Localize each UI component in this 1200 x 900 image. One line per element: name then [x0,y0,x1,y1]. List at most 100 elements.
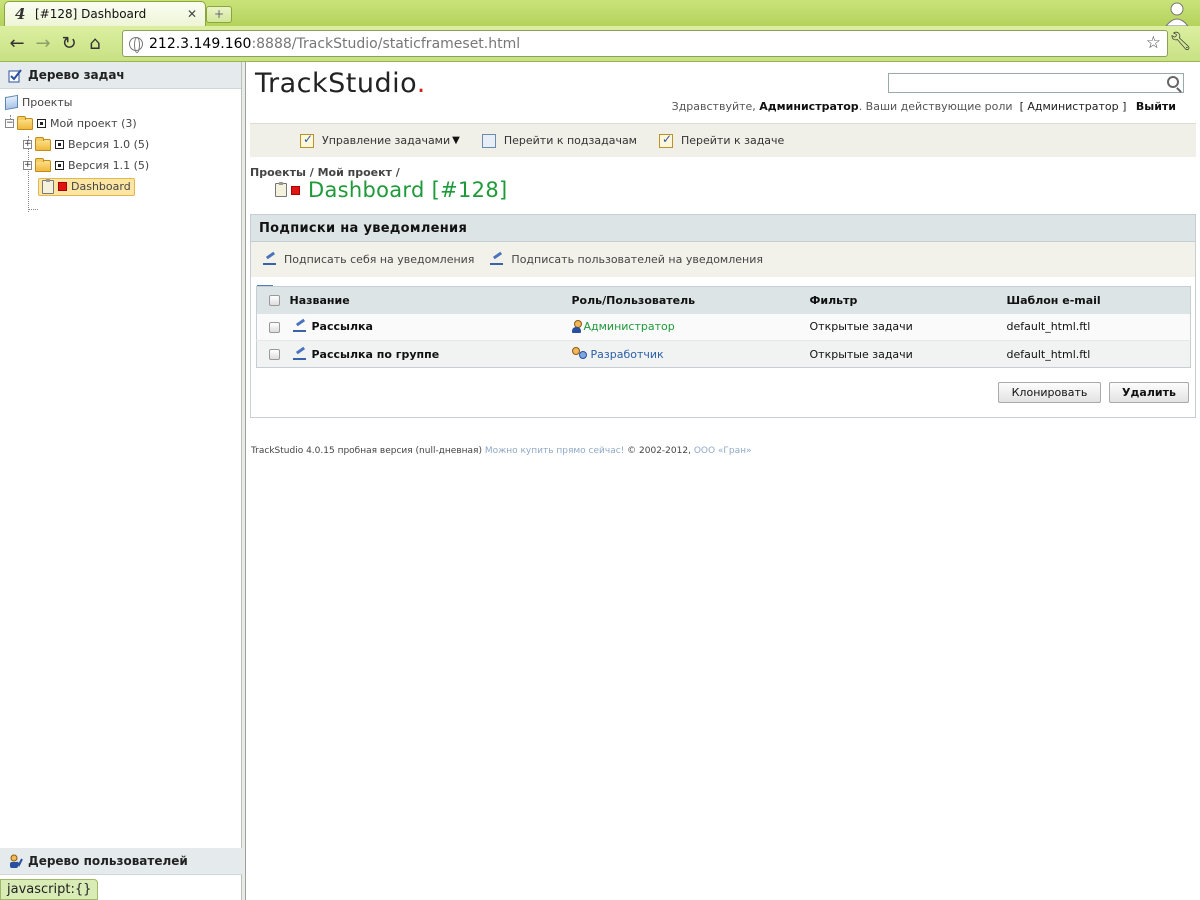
app-favicon-icon: 4 [15,5,26,23]
edit-pen-icon [292,321,306,333]
tree-label: Проекты [22,96,73,109]
tree-item-version-1-0[interactable]: + Версия 1.0 (5) [0,134,241,155]
delete-button[interactable]: Удалить [1109,382,1189,403]
company-link[interactable]: ООО «Гран» [694,446,752,456]
goto-subtasks-label: Перейти к подзадачам [503,134,637,147]
logo-dot: . [416,68,426,99]
footer-copyright: © 2002-2012, [627,446,691,456]
column-header[interactable]: Шаблон e-mail [1006,286,1191,314]
current-user: Администратор [759,100,859,113]
tree-item-dashboard[interactable]: Dashboard [0,176,241,197]
tree-item-my-project[interactable]: − Мой проект (3) [0,113,241,134]
selected-tree-node[interactable]: Dashboard [38,177,135,196]
tree-item-version-1-1[interactable]: + Версия 1.1 (5) [0,155,241,176]
subscribe-users-link[interactable]: Подписать пользователей на уведомления [490,253,763,266]
url-host: 212.3.149.160 [149,35,252,52]
tree-item-projects[interactable]: Проекты [0,92,241,113]
edit-pen-icon [490,254,504,265]
left-frame: Дерево задач Проекты − Мой проект (3) + … [0,62,242,900]
user-tree-icon [10,854,23,868]
tree-label: Мой проект (3) [50,117,137,130]
reload-icon[interactable]: ↻ [56,31,82,57]
page-footer: TrackStudio 4.0.15 пробная версия (null-… [251,446,752,456]
logout-link[interactable]: Выйти [1136,100,1176,113]
bookmark-star-icon[interactable]: ☆ [1146,33,1161,53]
role-user-link[interactable]: Разработчик [571,347,810,361]
manage-tasks-label: Управление задачами [322,134,451,147]
table-row: Рассылка Администратор Открытые задачи d… [256,313,1191,341]
goto-task-label: Перейти к задаче [680,134,785,147]
folder-icon [35,136,51,151]
edit-pen-icon [292,349,306,360]
expand-toggle-icon[interactable]: + [23,161,32,170]
search-input[interactable] [888,73,1184,93]
role-user-name: Разработчик [590,347,664,361]
edit-pen-icon [263,254,276,265]
status-red-icon [291,185,300,195]
page-title: Dashboard [#128] [275,178,507,202]
subtasks-icon [481,133,496,148]
subscribe-self-link[interactable]: Подписать себя на уведомления [263,253,474,266]
row-checkbox[interactable] [269,349,280,360]
browser-tab[interactable]: 4 [#128] Dashboard ✕ [4,1,206,26]
task-title-text: Dashboard [#128] [308,178,508,202]
home-icon[interactable]: ⌂ [82,31,108,57]
footer-version: TrackStudio 4.0.15 пробная версия (null-… [251,446,482,456]
clipboard-task-icon [275,182,287,197]
subscription-name-link[interactable]: Рассылка по группе [290,348,572,361]
buy-link[interactable]: Можно купить прямо сейчас! [485,446,624,456]
status-square-icon [55,140,64,149]
wrench-menu-icon[interactable]: 🔧︎ [1169,31,1192,52]
select-all-checkbox[interactable] [269,295,280,307]
template-cell: default_html.ftl [1006,313,1191,341]
forward-arrow-icon[interactable]: → [30,31,56,57]
task-tree-icon [8,68,22,82]
greeting-hello: Здравствуйте, [671,100,756,113]
filter-cell: Открытые задачи [809,340,1007,368]
logo-text: TrackStudio [255,68,417,99]
browser-toolbar: ← → ↻ ⌂ 212.3.149.160 :8888/TrackStudio/… [0,26,1200,62]
trackstudio-logo[interactable]: TrackStudio. [255,68,426,99]
search-icon[interactable] [1167,76,1179,88]
subscribe-users-label: Подписать пользователей на уведомления [511,253,763,266]
folder-open-icon [17,115,33,130]
task-tree-title: Дерево задач [28,68,125,82]
browser-status-bar: javascript:{} [0,879,99,900]
url-path: :8888/TrackStudio/staticframeset.html [251,35,521,52]
row-checkbox[interactable] [269,321,280,333]
expand-toggle-icon[interactable]: + [23,140,32,149]
status-square-icon [55,161,64,170]
role-user-name: Администратор [583,320,675,334]
column-header[interactable]: Роль/Пользователь [571,286,810,314]
column-header[interactable]: Название [289,286,572,314]
table-header-row: Название Роль/Пользователь Фильтр Шаблон… [256,286,1191,314]
new-tab-button[interactable]: + [206,6,232,23]
collapse-toggle-icon[interactable]: − [5,119,14,128]
user-icon [571,320,582,334]
frame-splitter[interactable] [242,62,246,900]
subscription-name-link[interactable]: Рассылка [290,320,572,333]
column-header[interactable]: Фильтр [809,286,1007,314]
goto-subtasks-link[interactable]: Перейти к подзадачам [481,133,637,148]
back-arrow-icon[interactable]: ← [4,31,30,57]
clone-button[interactable]: Клонировать [998,382,1101,403]
subscribe-self-label: Подписать себя на уведомления [284,253,475,266]
address-bar[interactable]: 212.3.149.160 :8888/TrackStudio/staticfr… [122,30,1168,57]
task-management-icon [300,132,314,148]
select-all-cell [256,286,290,314]
task-tree: Проекты − Мой проект (3) + Версия 1.0 (5… [0,89,241,212]
chevron-down-icon: ▼ [452,135,460,146]
toggle-panel-button[interactable] [250,133,278,301]
group-icon [571,347,588,361]
globe-icon [129,36,143,53]
goto-task-link[interactable]: Перейти к задаче [658,132,785,148]
role-link[interactable]: [ Администратор ] [1020,100,1127,113]
template-cell: default_html.ftl [1006,340,1191,368]
close-tab-icon[interactable]: ✕ [187,7,197,21]
main-frame: TrackStudio. Здравствуйте, Администратор… [247,62,1200,900]
incognito-user-icon [1165,2,1189,26]
manage-tasks-menu[interactable]: Управление задачами ▼ [300,132,460,148]
status-red-icon [58,182,67,191]
role-user-link[interactable]: Администратор [571,320,810,334]
tree-label: Версия 1.1 (5) [68,159,150,172]
